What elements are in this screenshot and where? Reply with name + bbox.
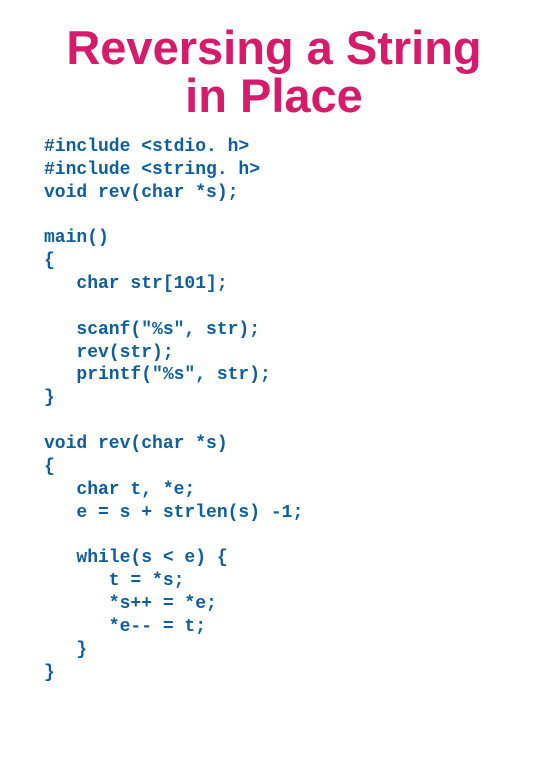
code-block: #include <stdio. h> #include <string. h>… <box>44 136 504 685</box>
slide-page: Reversing a String in Place #include <st… <box>0 0 540 780</box>
slide-title: Reversing a String in Place <box>44 24 504 120</box>
